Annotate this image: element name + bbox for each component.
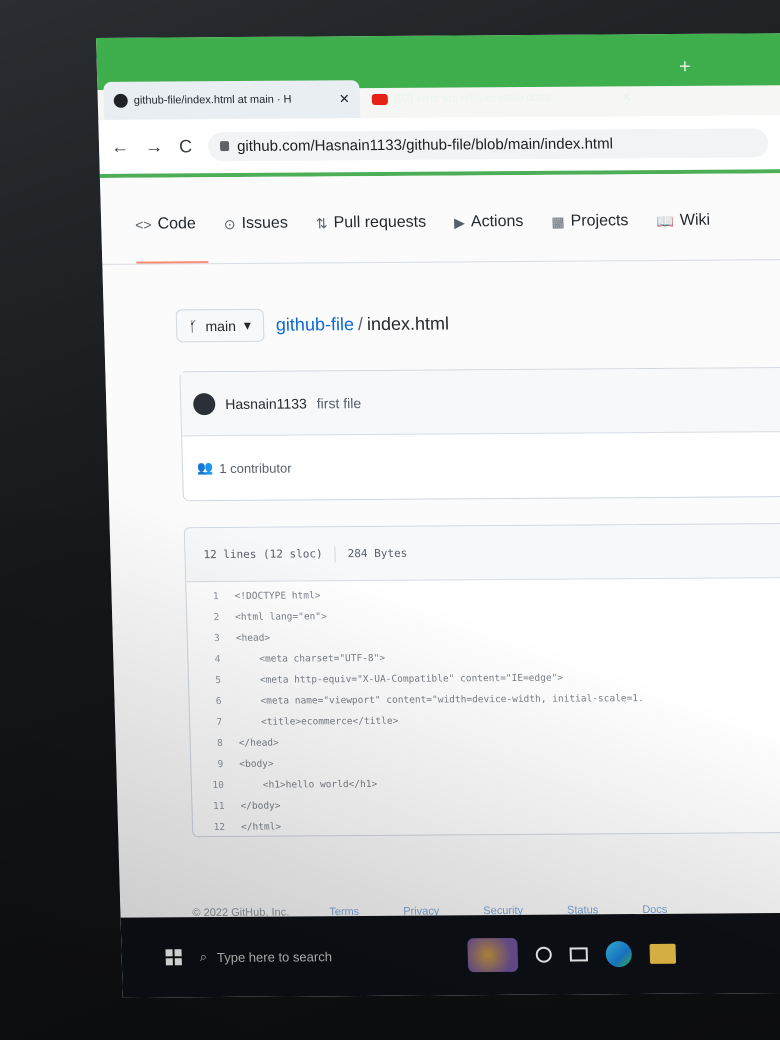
search-icon: ⌕ (199, 949, 208, 965)
breadcrumb-row: ᚶ main ▾ github-file / index.html (175, 307, 450, 343)
tab-code[interactable]: <> Code (135, 215, 196, 233)
code-text: <body> (239, 758, 274, 770)
latest-commit: Hasnain1133 first file (180, 367, 780, 437)
github-icon (113, 93, 128, 108)
lock-icon (219, 141, 230, 152)
line-number[interactable]: 7 (190, 717, 238, 728)
line-number[interactable]: 3 (188, 633, 236, 644)
line-number[interactable]: 9 (191, 759, 239, 770)
task-view-icon[interactable] (569, 947, 588, 962)
book-icon: 📖 (656, 212, 675, 229)
file-explorer-icon[interactable] (649, 943, 677, 964)
line-number[interactable]: 11 (192, 801, 240, 812)
code-text: <meta name="viewport" content="width=dev… (237, 693, 644, 707)
commit-box: Hasnain1133 first file 👥 1 contributor (179, 366, 780, 502)
url-text: github.com/Hasnain1133/github-file/blob/… (236, 134, 614, 155)
new-tab-button[interactable]: + (679, 56, 691, 79)
tab-active[interactable]: github-file/index.html at main · H ✕ (103, 80, 361, 120)
file-header: 12 lines (12 sloc) 284 Bytes (184, 523, 780, 583)
tab-wiki[interactable]: 📖 Wiki (656, 212, 710, 230)
search-highlight-icon (467, 937, 519, 973)
tab-actions[interactable]: ▶ Actions (454, 213, 524, 231)
file-name: index.html (366, 313, 450, 335)
tab-title: (92) error src refspec main does (393, 91, 551, 105)
branch-name: main (205, 317, 237, 334)
forward-icon[interactable]: → (145, 136, 164, 157)
tab-inactive[interactable]: (92) error src refspec main does ✕ (361, 78, 642, 118)
code-text: <meta http-equiv="X-UA-Compatible" conte… (236, 672, 564, 686)
line-number[interactable]: 1 (186, 591, 234, 602)
line-number[interactable]: 8 (191, 738, 239, 749)
reload-icon[interactable]: C (179, 136, 193, 157)
cortana-icon[interactable] (535, 946, 552, 963)
tab-title: github-file/index.html at main · H (133, 93, 292, 107)
taskbar: ⌕ Type here to search (120, 912, 780, 998)
code-text: <head> (235, 632, 271, 644)
code-text: </html> (240, 821, 282, 833)
line-number[interactable]: 10 (192, 780, 240, 791)
avatar[interactable] (192, 392, 216, 415)
pull-request-icon: ⇅ (315, 214, 328, 231)
code-text: <meta charset="UTF-8"> (236, 652, 386, 665)
close-tab-icon[interactable]: ✕ (339, 91, 350, 107)
github-page: <> Code ⊙ Issues ⇅ Pull requests ▶ Actio… (99, 173, 780, 998)
line-number[interactable]: 4 (188, 654, 236, 665)
code-icon: <> (135, 216, 152, 233)
code-text: <!DOCTYPE html> (234, 590, 321, 602)
line-number[interactable]: 5 (189, 675, 237, 686)
code-text: <html lang="en"> (235, 611, 327, 623)
branch-selector[interactable]: ᚶ main ▾ (175, 308, 265, 343)
repo-link[interactable]: github-file (276, 314, 355, 335)
tab-projects[interactable]: ▦ Projects (551, 212, 629, 231)
file-size: 284 Bytes (347, 546, 408, 561)
edge-icon[interactable] (605, 941, 633, 968)
play-icon: ▶ (453, 213, 466, 230)
divider (334, 545, 336, 562)
branch-icon: ᚶ (188, 317, 198, 334)
line-count: 12 lines (12 sloc) (203, 547, 323, 562)
code-block[interactable]: 1 <!DOCTYPE html> 2 <html lang="en"> 3 <head>… (186, 578, 780, 837)
people-icon: 👥 (196, 460, 214, 476)
code-text: <h1>hello world</h1> (239, 778, 378, 791)
commit-message[interactable]: first file (317, 395, 362, 411)
code-line: 12 </html> (193, 813, 780, 837)
contributors-label: 1 contributor (219, 460, 292, 476)
table-icon: ▦ (551, 213, 565, 230)
issue-icon: ⊙ (223, 215, 236, 232)
code-text: </head> (238, 737, 279, 749)
contributors[interactable]: 👥 1 contributor (182, 432, 780, 476)
repo-nav: <> Code ⊙ Issues ⇅ Pull requests ▶ Actio… (135, 212, 710, 234)
line-number[interactable]: 2 (187, 612, 235, 623)
youtube-icon (371, 93, 388, 105)
breadcrumb-separator: / (357, 314, 364, 335)
browser-toolbar: ← → C github.com/Hasnain1133/github-file… (98, 115, 780, 178)
code-text: </body> (240, 800, 281, 812)
file-viewer: 12 lines (12 sloc) 284 Bytes 1 <!DOCTYPE … (183, 522, 780, 838)
tab-pull-requests[interactable]: ⇅ Pull requests (316, 214, 427, 233)
code-text: <title>ecommerce</title> (238, 715, 399, 728)
line-number[interactable]: 12 (193, 822, 241, 833)
search-placeholder: Type here to search (216, 948, 333, 965)
chevron-down-icon: ▾ (243, 316, 252, 333)
address-bar[interactable]: github.com/Hasnain1133/github-file/blob/… (207, 127, 769, 161)
back-icon[interactable]: ← (111, 136, 130, 157)
breadcrumb: github-file / index.html (276, 313, 450, 335)
tab-issues[interactable]: ⊙ Issues (224, 215, 288, 233)
commit-author[interactable]: Hasnain1133 (225, 395, 307, 412)
windows-start-icon[interactable] (165, 949, 182, 966)
line-number[interactable]: 6 (189, 696, 237, 707)
close-tab-icon[interactable]: ✕ (621, 89, 632, 105)
screen: + github-file/index.html at main · H ✕ (… (96, 33, 780, 998)
taskbar-search[interactable]: ⌕ Type here to search (199, 947, 449, 965)
